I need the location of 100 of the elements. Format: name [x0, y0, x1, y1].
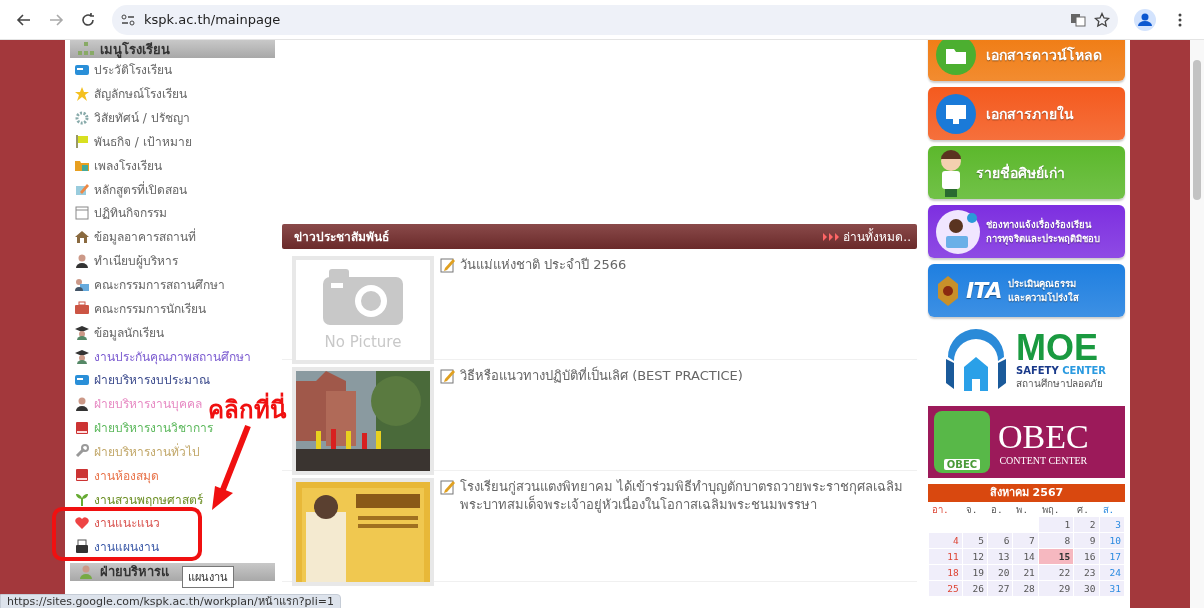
sidebar-link[interactable]: เพลงโรงเรียน — [94, 155, 162, 175]
calendar-day[interactable]: 16 — [1074, 549, 1099, 564]
pencil-icon — [74, 181, 90, 198]
briefcase-icon — [74, 300, 90, 317]
address-bar[interactable]: kspk.ac.th/mainpage — [112, 4, 1118, 35]
calendar-day[interactable]: 6 — [988, 533, 1013, 548]
calendar-day[interactable]: 4 — [929, 533, 962, 548]
edit-icon — [440, 479, 456, 495]
calendar-day[interactable]: 11 — [929, 549, 962, 564]
logo-text: CENTER — [1062, 364, 1107, 376]
calendar-day[interactable]: 27 — [988, 581, 1013, 596]
translate-icon[interactable] — [1070, 11, 1086, 28]
logo-text: ITA — [966, 283, 1002, 298]
read-all-link[interactable]: อ่านทั้งหมด.. — [823, 227, 911, 246]
flag-icon — [74, 133, 90, 150]
calendar-day[interactable]: 14 — [1013, 549, 1038, 564]
sidebar-link[interactable]: งานประกันคุณภาพสถานศึกษา — [94, 346, 251, 366]
scrollbar-thumb[interactable] — [1193, 60, 1201, 200]
calendar-day[interactable]: 12 — [962, 549, 988, 564]
sidebar-link[interactable]: งานสวนพฤกษศาสตร์ — [94, 489, 203, 509]
sidebar-link[interactable]: คณะกรรมการสถานศึกษา — [94, 275, 225, 294]
calendar-day[interactable]: 9 — [1074, 533, 1099, 548]
calendar-day[interactable]: 28 — [1013, 581, 1038, 596]
monitor-icon — [936, 93, 976, 134]
calendar-day[interactable]: 20 — [988, 565, 1013, 580]
banner-text: เอกสารดาวน์โหลด — [986, 45, 1102, 65]
calendar-day[interactable]: 25 — [929, 581, 962, 596]
star-icon[interactable] — [1094, 11, 1110, 28]
sidebar-link[interactable]: ฝ่ายบริหารงบประมาณ — [94, 370, 210, 390]
news-link[interactable]: วิธีหรือแนวทางปฏิบัติที่เป็นเลิศ (BEST PRACTICE) — [460, 367, 743, 385]
link-banner[interactable]: ช่องทางแจ้งเรื่องร้องเรียน การทุจริตและประพฤติมิชอบ — [928, 205, 1125, 258]
calendar-day[interactable]: 13 — [988, 549, 1013, 564]
weekday-label: อ. — [990, 503, 1004, 516]
calendar-day[interactable]: 1 — [1038, 517, 1074, 532]
sidebar-link[interactable]: งานแนะแนว — [94, 513, 160, 533]
site-info-icon[interactable] — [120, 11, 136, 28]
calendar-day[interactable]: 23 — [1074, 565, 1099, 580]
weekday-label: พ. — [1015, 503, 1030, 516]
sidebar-link[interactable]: ทำเนียบผู้บริหาร — [94, 251, 178, 271]
calendar-day[interactable]: 22 — [1038, 565, 1074, 580]
banner-text: และความโปร่งใส — [1007, 290, 1079, 305]
banner-subtitle: CONTENT CENTER — [999, 454, 1088, 466]
calendar-day[interactable]: 31 — [1099, 581, 1124, 596]
calendar-day[interactable]: 21 — [1013, 565, 1038, 580]
reload-icon[interactable] — [80, 11, 96, 28]
tooltip: แผนงาน — [182, 566, 234, 588]
banner-title: OBEC — [998, 418, 1089, 455]
news-title: ข่าวประชาสัมพันธ์ — [294, 229, 390, 246]
edit-icon — [440, 257, 456, 273]
sidebar-link[interactable]: พันธกิจ / เป้าหมาย — [94, 131, 192, 151]
obec-banner[interactable]: OBEC OBEC CONTENT CENTER — [928, 406, 1125, 478]
triple-arrow-icon — [823, 232, 840, 241]
book-icon — [74, 467, 90, 484]
person-icon — [74, 395, 90, 412]
calendar-day[interactable]: 29 — [1038, 581, 1074, 596]
graduate-icon — [74, 348, 90, 365]
calendar-day[interactable]: 2 — [1074, 517, 1099, 532]
person-laptop-icon — [936, 209, 980, 254]
calendar-day[interactable]: 3 — [1099, 517, 1124, 532]
sidebar-link[interactable]: หลักสูตรที่เปิดสอน — [94, 179, 187, 199]
heart-icon — [74, 514, 90, 531]
weekday-label: จ. — [964, 503, 979, 516]
menu-heading-text: เมนูโรงเรียน — [100, 40, 170, 60]
calendar-day[interactable]: 19 — [962, 565, 988, 580]
sidebar-link[interactable]: งานห้องสมุด — [94, 465, 159, 485]
calendar-title: สิงหาคม 2567 — [928, 484, 1125, 502]
weekday-label: อา. — [931, 503, 950, 516]
banner-text: เอกสารภายใน — [986, 104, 1074, 124]
sidebar-link[interactable]: ปฏิทินกิจกรรม — [94, 203, 167, 223]
profile-icon[interactable] — [1134, 8, 1156, 31]
sidebar-link[interactable]: ข้อมูลอาคารสถานที่ — [94, 227, 196, 247]
badge-text: OBEC — [943, 459, 981, 470]
news-link[interactable]: โรงเรียนกู่สวนแตงพิทยาคม ได้เข้าร่วมพิธีทำบุญตักบาตรถวายพระราชกุศลเฉลิมพระบาทสมเด็จพระเจ้าอยู่หัวเนื่องในโอกาสเฉลิมพระชนมพรรษา — [460, 478, 909, 514]
news-link[interactable]: วันแม่แห่งชาติ ประจำปี 2566 — [460, 256, 627, 274]
sidebar-link[interactable]: ประวัติโรงเรียน — [94, 60, 172, 80]
wrench-icon — [74, 443, 90, 460]
people-icon — [74, 276, 90, 293]
calendar-day[interactable]: 18 — [929, 565, 962, 580]
calendar-day[interactable]: 30 — [1074, 581, 1099, 596]
sidebar-link[interactable]: วิสัยทัศน์ / ปรัชญา — [94, 108, 190, 128]
calendar-day[interactable]: 5 — [962, 533, 988, 548]
calendar-day[interactable]: 26 — [962, 581, 988, 596]
back-icon[interactable] — [16, 11, 32, 28]
banner-text: ประเมินคุณธรรม — [1007, 276, 1077, 291]
calendar-day[interactable]: 10 — [1099, 533, 1124, 548]
sidebar-link[interactable]: สัญลักษณ์โรงเรียน — [94, 84, 187, 104]
calendar-day[interactable]: 24 — [1099, 565, 1124, 580]
emblem-icon — [936, 275, 960, 306]
sidebar-link[interactable]: ข้อมูลนักเรียน — [94, 322, 164, 342]
calendar-day[interactable]: 15 — [1038, 549, 1074, 564]
weekday-label: ศ. — [1076, 503, 1090, 516]
calendar-icon — [74, 205, 90, 221]
star-icon — [74, 85, 90, 102]
sidebar-link[interactable]: คณะกรรมการนักเรียน — [94, 298, 206, 318]
calendar-day[interactable]: 7 — [1013, 533, 1038, 548]
calendar-day[interactable]: 17 — [1099, 549, 1124, 564]
calendar-day[interactable]: 8 — [1038, 533, 1074, 548]
sidebar-link[interactable]: งานแผนงาน — [94, 537, 159, 557]
edit-icon — [440, 368, 456, 384]
banner-text: ช่องทางแจ้งเรื่องร้องเรียน — [986, 217, 1093, 232]
